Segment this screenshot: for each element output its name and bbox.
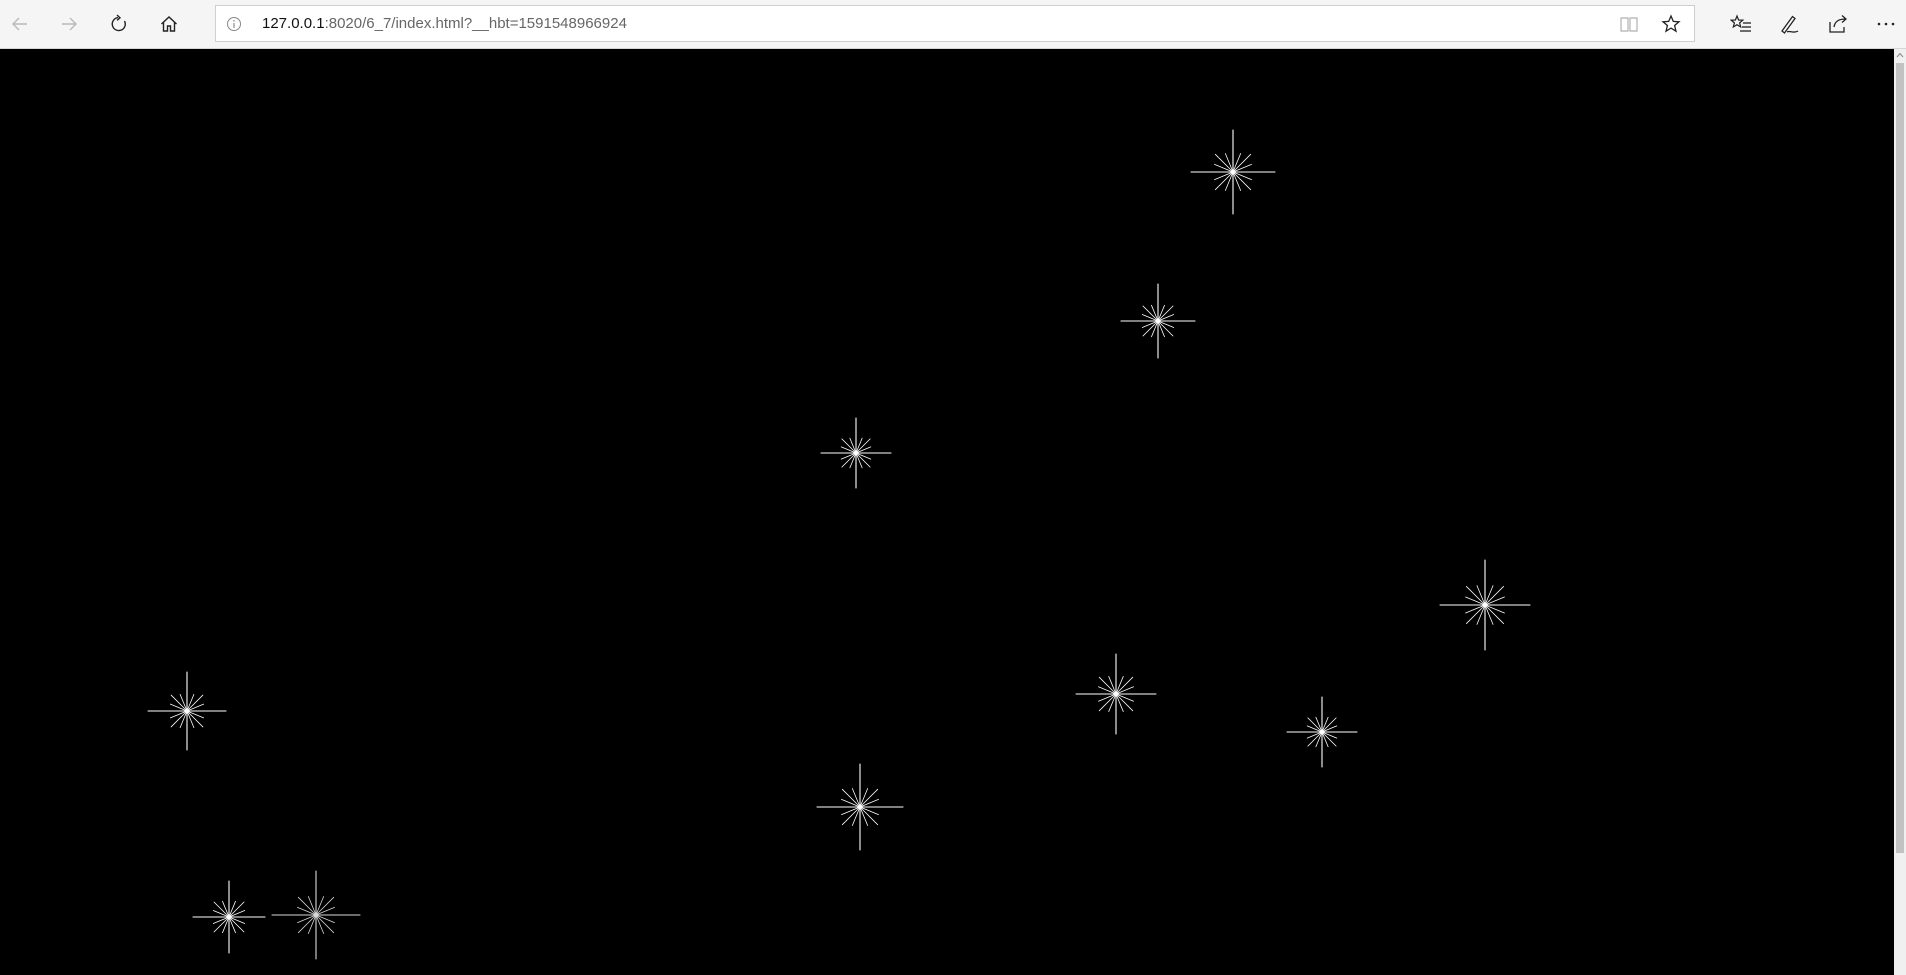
address-bar[interactable]: 127.0.0.1:8020/6_7/index.html?__hbt=1591… bbox=[215, 5, 1695, 42]
more-button[interactable] bbox=[1870, 8, 1902, 40]
url-host: 127.0.0.1 bbox=[262, 15, 325, 32]
scroll-up-arrow-icon[interactable] bbox=[1894, 49, 1906, 61]
share-icon bbox=[1829, 15, 1847, 33]
sparkle-star bbox=[192, 880, 266, 954]
scrollbar-thumb[interactable] bbox=[1896, 63, 1904, 853]
favorite-star-icon bbox=[1661, 14, 1681, 33]
favorites-hub-button[interactable] bbox=[1724, 8, 1758, 40]
info-icon[interactable] bbox=[226, 16, 242, 32]
refresh-button[interactable] bbox=[102, 8, 136, 40]
page-canvas[interactable] bbox=[0, 49, 1894, 975]
reading-view-icon bbox=[1620, 17, 1638, 32]
favorite-button[interactable] bbox=[1658, 11, 1684, 37]
browser-toolbar: 127.0.0.1:8020/6_7/index.html?__hbt=1591… bbox=[0, 0, 1906, 49]
forward-arrow-icon bbox=[62, 17, 77, 31]
share-button[interactable] bbox=[1821, 8, 1855, 40]
sparkle-star bbox=[816, 763, 904, 851]
sparkle-star bbox=[820, 417, 892, 489]
url-path: :8020/6_7/index.html?__hbt=1591548966924 bbox=[324, 15, 627, 32]
vertical-scrollbar[interactable] bbox=[1894, 49, 1906, 975]
forward-button[interactable] bbox=[52, 8, 86, 40]
sparkle-star bbox=[1439, 559, 1531, 651]
home-icon bbox=[161, 16, 177, 32]
sparkle-star bbox=[1075, 653, 1157, 735]
home-button[interactable] bbox=[152, 8, 186, 40]
more-icon bbox=[1877, 22, 1895, 26]
pen-icon bbox=[1781, 15, 1799, 34]
sparkle-star bbox=[147, 671, 227, 751]
notes-button[interactable] bbox=[1772, 8, 1806, 40]
sparkle-star bbox=[271, 870, 361, 960]
sparkle-star bbox=[1286, 696, 1358, 768]
back-button[interactable] bbox=[3, 8, 37, 40]
sparkle-field bbox=[147, 129, 1531, 960]
sparkle-star bbox=[1120, 283, 1196, 359]
refresh-icon bbox=[111, 14, 126, 32]
favorites-list-icon bbox=[1730, 14, 1751, 32]
sparkle-star bbox=[1190, 129, 1276, 215]
reading-view-button[interactable] bbox=[1616, 11, 1642, 37]
url-text[interactable]: 127.0.0.1:8020/6_7/index.html?__hbt=1591… bbox=[262, 15, 627, 32]
back-arrow-icon bbox=[12, 17, 27, 31]
